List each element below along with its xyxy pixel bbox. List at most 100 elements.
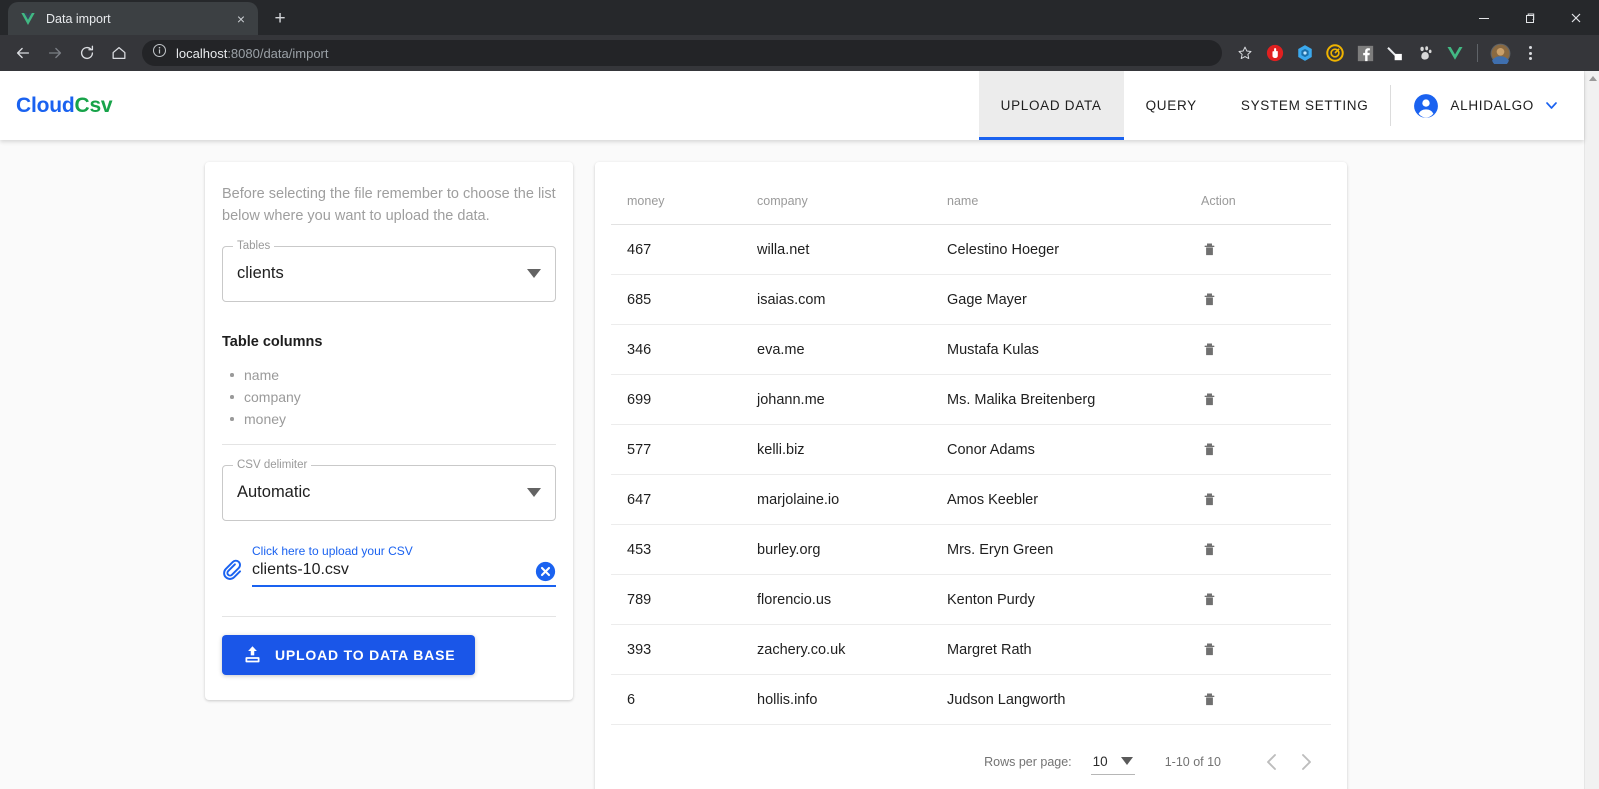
cell-company: johann.me: [741, 374, 931, 425]
user-menu[interactable]: ALHIDALGO: [1391, 71, 1584, 140]
chevron-left-icon[interactable]: [1255, 745, 1289, 779]
cell-money: 6: [611, 674, 741, 725]
cell-company: hollis.info: [741, 674, 931, 725]
table-row: 453 burley.org Mrs. Eryn Green: [611, 524, 1331, 575]
file-name-row: clients-10.csv: [252, 561, 556, 587]
close-tab-icon[interactable]: ×: [232, 10, 250, 28]
tables-select[interactable]: Tables clients: [222, 239, 556, 302]
file-name-value: clients-10.csv: [252, 561, 349, 578]
trash-icon[interactable]: [1201, 290, 1331, 309]
trash-icon[interactable]: [1201, 390, 1331, 409]
table-row: 393 zachery.co.uk Margret Rath: [611, 624, 1331, 675]
trash-icon[interactable]: [1201, 440, 1331, 459]
facebook-extension-icon[interactable]: [1352, 40, 1378, 66]
cell-name: Ms. Malika Breitenberg: [931, 374, 1201, 425]
cell-action: [1201, 274, 1331, 325]
cell-money: 577: [611, 424, 741, 475]
reload-icon[interactable]: [72, 38, 102, 68]
cell-money: 685: [611, 274, 741, 325]
cell-action: [1201, 624, 1331, 675]
cell-action: [1201, 574, 1331, 625]
tab-system-setting[interactable]: SYSTEM SETTING: [1219, 71, 1391, 140]
chevron-right-icon[interactable]: [1289, 745, 1323, 779]
trash-icon[interactable]: [1201, 690, 1331, 709]
cell-name: Gage Mayer: [931, 274, 1201, 325]
back-icon[interactable]: [8, 38, 38, 68]
circle-extension-icon[interactable]: [1322, 40, 1348, 66]
extensions-area: [1232, 40, 1547, 66]
cell-company: eva.me: [741, 324, 931, 375]
trash-icon[interactable]: [1201, 240, 1331, 259]
column-header-money[interactable]: money: [611, 178, 741, 225]
table-row: 647 marjolaine.io Amos Keebler: [611, 474, 1331, 525]
address-bar[interactable]: localhost:8080/data/import: [142, 40, 1222, 66]
user-name-label: ALHIDALGO: [1450, 98, 1534, 113]
close-window-icon[interactable]: [1553, 0, 1599, 35]
tab-query-label: QUERY: [1145, 98, 1197, 113]
browser-tab-strip: Data import × +: [0, 0, 1599, 35]
cell-action: [1201, 524, 1331, 575]
tables-select-value: clients: [237, 264, 284, 282]
file-upload-label[interactable]: Click here to upload your CSV: [252, 543, 556, 559]
new-tab-button[interactable]: +: [266, 4, 294, 32]
vue-logo-icon: [20, 11, 36, 27]
header-spacer: [112, 71, 978, 140]
upload-icon: [242, 644, 263, 665]
scroll-up-arrow-icon[interactable]: [1585, 71, 1599, 85]
file-input-field[interactable]: Click here to upload your CSV clients-10…: [252, 543, 556, 589]
cell-name: Kenton Purdy: [931, 574, 1201, 625]
cell-money: 346: [611, 324, 741, 375]
cell-money: 647: [611, 474, 741, 525]
cell-name: Judson Langworth: [931, 674, 1201, 725]
file-upload-row: Click here to upload your CSV clients-10…: [222, 543, 556, 589]
page-scrollbar[interactable]: [1584, 71, 1599, 789]
forward-icon[interactable]: [40, 38, 70, 68]
rows-per-page-select[interactable]: 10: [1090, 750, 1135, 775]
brand-part-cloud: Cloud: [16, 93, 75, 117]
trash-icon[interactable]: [1201, 540, 1331, 559]
trash-icon[interactable]: [1201, 590, 1331, 609]
column-header-company[interactable]: company: [741, 178, 931, 225]
adblock-extension-icon[interactable]: [1262, 40, 1288, 66]
pen-extension-icon[interactable]: [1382, 40, 1408, 66]
table-row: 6 hollis.info Judson Langworth: [611, 674, 1331, 725]
app-logo[interactable]: Cloud Csv: [0, 71, 113, 140]
trash-icon[interactable]: [1201, 340, 1331, 359]
cell-name: Celestino Hoeger: [931, 224, 1201, 275]
column-header-name[interactable]: name: [931, 178, 1201, 225]
clear-circle-icon[interactable]: [535, 561, 556, 582]
cell-name: Mustafa Kulas: [931, 324, 1201, 375]
trash-icon[interactable]: [1201, 640, 1331, 659]
table-header-row: money company name Action: [611, 178, 1331, 225]
home-icon[interactable]: [104, 38, 134, 68]
csv-delimiter-select[interactable]: CSV delimiter Automatic: [222, 458, 556, 521]
info-circle-icon[interactable]: [152, 43, 167, 63]
cell-company: florencio.us: [741, 574, 931, 625]
app-header: Cloud Csv UPLOAD DATA QUERY SYSTEM SETTIN…: [0, 71, 1584, 140]
cell-company: burley.org: [741, 524, 931, 575]
address-bar-url: localhost:8080/data/import: [176, 46, 329, 61]
vue-devtools-icon[interactable]: [1442, 40, 1468, 66]
maximize-icon[interactable]: [1507, 0, 1553, 35]
chevron-down-icon: [527, 488, 541, 497]
table-row: 685 isaias.com Gage Mayer: [611, 274, 1331, 325]
url-path: :8080/data/import: [227, 45, 329, 61]
minimize-icon[interactable]: [1461, 0, 1507, 35]
browser-tab[interactable]: Data import ×: [8, 2, 258, 35]
star-icon[interactable]: [1232, 40, 1258, 66]
tab-upload-data[interactable]: UPLOAD DATA: [978, 71, 1124, 140]
brand-part-csv: Csv: [74, 93, 113, 117]
hexagon-extension-icon[interactable]: [1292, 40, 1318, 66]
trash-icon[interactable]: [1201, 490, 1331, 509]
gnome-extension-icon[interactable]: [1412, 40, 1438, 66]
cell-name: Amos Keebler: [931, 474, 1201, 525]
profile-avatar-icon[interactable]: [1487, 40, 1513, 66]
browser-toolbar: localhost:8080/data/import: [0, 35, 1599, 71]
window-controls: [1461, 0, 1599, 35]
table-row: 789 florencio.us Kenton Purdy: [611, 574, 1331, 625]
form-hint-text: Before selecting the file remember to ch…: [222, 186, 556, 224]
chrome-menu-icon[interactable]: [1517, 40, 1543, 66]
tab-query[interactable]: QUERY: [1124, 71, 1219, 140]
upload-to-database-button[interactable]: UPLOAD TO DATA BASE: [222, 634, 476, 675]
paperclip-icon[interactable]: [222, 558, 244, 584]
